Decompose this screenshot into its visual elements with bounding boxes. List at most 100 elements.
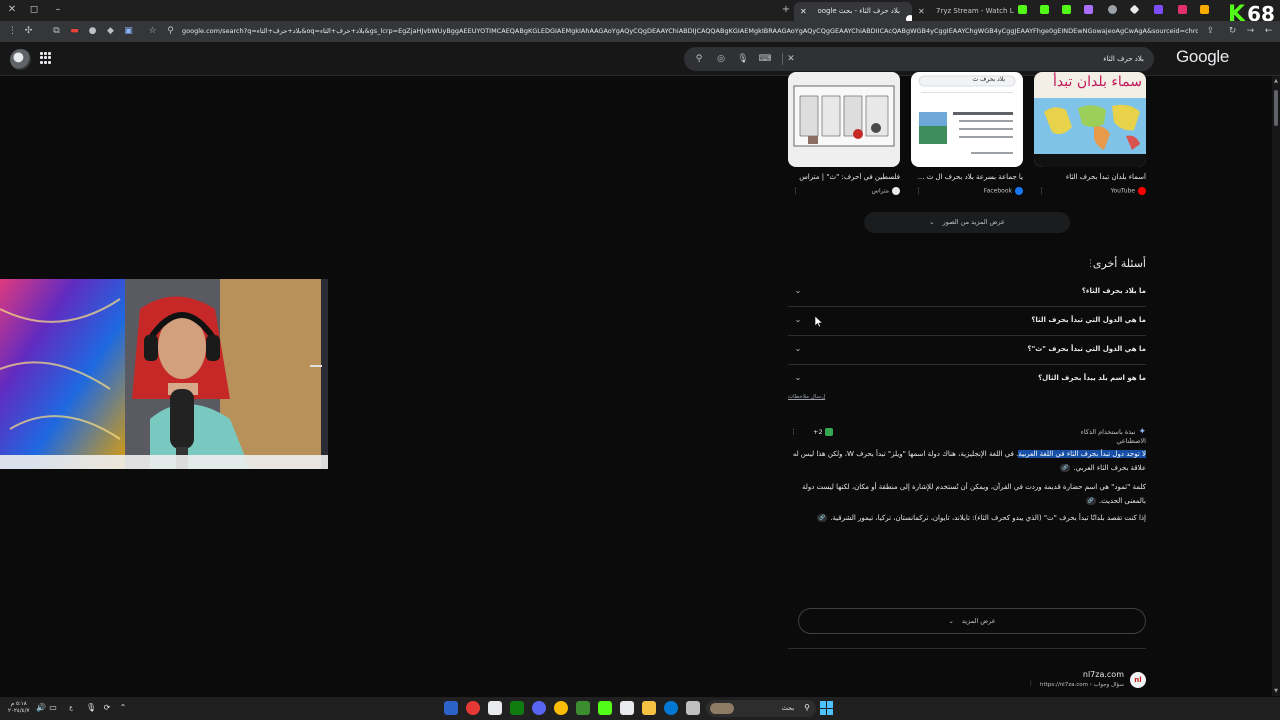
image-result[interactable]: بلاد بحرف ث يا جماعة بسرعة بلاد بحرف ال … — [911, 72, 1023, 197]
microphone-icon[interactable]: 🎙 — [86, 703, 96, 713]
site-name[interactable]: nl7za.com — [1083, 670, 1124, 679]
scrollbar-thumb[interactable] — [1274, 90, 1278, 126]
tab-kick-stream[interactable]: ✕ 7ryz Stream - Watch Live on Kick — [914, 2, 1014, 21]
obs-icon[interactable] — [466, 701, 480, 715]
search-result-source[interactable]: nl nl7za.com https://nl7za.com › سؤال وج… — [1020, 668, 1146, 694]
extension-icon[interactable]: ◆ — [104, 25, 117, 38]
extension-icon[interactable] — [1108, 5, 1117, 14]
image-title[interactable]: أسماء بلدان تبدأ بحرف الثاء — [1034, 173, 1146, 181]
question-text[interactable]: ما بلاد بحرف الثاء؟ — [1082, 287, 1146, 295]
reload-icon[interactable]: ↻ — [1226, 25, 1239, 38]
twitch-extension-icon[interactable] — [1084, 5, 1093, 14]
show-more-button[interactable]: عرض المزيد ⌄ — [798, 608, 1146, 634]
taskbar-app-icon[interactable] — [620, 701, 634, 715]
chevron-down-icon[interactable]: ⌄ — [792, 285, 804, 297]
kick-app-icon[interactable] — [598, 701, 612, 715]
taskbar-app-icon[interactable] — [488, 701, 502, 715]
site-info-icon[interactable]: ⚲ — [164, 25, 177, 38]
more-options-icon[interactable]: ⋮ — [915, 187, 922, 195]
minimize-icon[interactable]: ✕ — [6, 4, 18, 16]
question-row[interactable]: ما بلاد بحرف الثاء؟ ⌄ — [788, 278, 1146, 307]
taskbar-app-icon[interactable] — [444, 701, 458, 715]
image-thumbnail[interactable] — [788, 72, 900, 167]
image-title[interactable]: فلسطين في أحرف: "ث" | متراس — [788, 173, 900, 181]
restore-icon[interactable]: ◻ — [28, 4, 40, 16]
search-icon[interactable]: ⚲ — [692, 52, 706, 66]
kick-extension-icon[interactable] — [1040, 5, 1049, 14]
taskbar-search[interactable]: بحث ⚲ — [706, 700, 816, 717]
search-input[interactable]: بلاد حرف الثاء — [1103, 47, 1144, 71]
chevron-up-icon[interactable]: ⌃ — [118, 703, 128, 713]
question-text[interactable]: ما هي الدول التي تبدأ بحرف الثا؟ — [1031, 316, 1146, 324]
chrome-icon[interactable] — [554, 701, 568, 715]
scroll-up-icon[interactable]: ▲ — [1273, 78, 1279, 84]
extension-icon[interactable]: ▣ — [122, 25, 135, 38]
scroll-down-icon[interactable]: ▼ — [1273, 688, 1279, 694]
instagram-extension-icon[interactable] — [1178, 5, 1187, 14]
image-thumbnail[interactable]: سماء بلدان تبدأ — [1034, 72, 1146, 167]
lens-icon[interactable]: ◎ — [714, 52, 728, 66]
new-tab-button[interactable]: + — [780, 4, 792, 16]
tab-google-search[interactable]: ✕ بلاد حرف الثاء - بحث Google — [794, 2, 912, 21]
minimize-window-icon[interactable]: – — [52, 4, 64, 16]
discord-icon[interactable] — [532, 701, 546, 715]
search-box[interactable]: ⚲ ◎ 🎙 ⌨ ✕ بلاد حرف الثاء — [684, 47, 1154, 71]
file-explorer-icon[interactable] — [642, 701, 656, 715]
image-title[interactable]: يا جماعة بسرعة بلاد بحرف ال ث ... — [911, 173, 1023, 181]
google-logo[interactable]: Google — [1176, 47, 1229, 67]
puzzle-icon[interactable]: ✣ — [22, 25, 35, 38]
close-tab-icon[interactable]: ✕ — [800, 2, 807, 21]
address-bar[interactable]: google.com/search?q=بلاد+حرف+الثاء&oq=بل… — [182, 25, 1198, 38]
edge-icon[interactable] — [664, 701, 678, 715]
chevron-down-icon[interactable]: ⌄ — [792, 314, 804, 326]
question-row[interactable]: ما هي الدول التي تبدأ بحرف "ث"؟ ⌄ — [788, 336, 1146, 365]
chevron-down-icon[interactable]: ⌄ — [792, 372, 804, 384]
google-apps-icon[interactable] — [40, 52, 52, 64]
link-chip-icon[interactable]: 🔗 — [1085, 497, 1096, 505]
clear-search-icon[interactable]: ✕ — [784, 52, 798, 66]
microphone-icon[interactable]: 🎙 — [736, 52, 750, 66]
minecraft-icon[interactable] — [576, 701, 590, 715]
network-icon[interactable]: ▭ — [48, 703, 58, 713]
image-result[interactable]: سماء بلدان تبدأ أسماء بلدان تبدأ بحرف ال… — [1034, 72, 1146, 197]
account-avatar[interactable] — [10, 49, 31, 70]
question-row[interactable]: ما هو اسم بلد يبدأ بحرف الثال؟ ⌄ — [788, 365, 1146, 394]
more-options-icon[interactable]: ⋮ — [1086, 259, 1095, 269]
language-indicator[interactable]: ع — [66, 703, 76, 713]
back-icon[interactable]: ← — [1262, 25, 1275, 38]
extension-icon[interactable]: ▬ — [68, 25, 81, 38]
close-tab-icon[interactable]: ✕ — [918, 2, 925, 21]
question-row[interactable]: ما هي الدول التي تبدأ بحرف الثا؟ ⌄ — [788, 307, 1146, 336]
tray-app-icon[interactable]: ⟳ — [102, 703, 112, 713]
image-thumbnail[interactable]: بلاد بحرف ث — [911, 72, 1023, 167]
page-scrollbar[interactable]: ▲ ▼ — [1272, 76, 1280, 696]
kick-extension-icon[interactable] — [1018, 5, 1027, 14]
extension-icon[interactable] — [1154, 5, 1163, 14]
kick-extension-icon[interactable] — [1062, 5, 1071, 14]
extension-icon[interactable] — [1129, 4, 1140, 15]
start-button[interactable] — [820, 701, 834, 715]
taskbar-app-icon[interactable] — [686, 701, 700, 715]
extension-icon[interactable]: ⧉ — [50, 25, 63, 38]
xbox-icon[interactable] — [510, 701, 524, 715]
ai-sources-badge[interactable]: +2 — [813, 428, 833, 436]
link-chip-icon[interactable]: 🔗 — [1060, 464, 1071, 472]
share-icon[interactable]: ⇪ — [1204, 25, 1217, 38]
more-options-icon[interactable]: ⋮ — [1028, 680, 1034, 687]
more-options-icon[interactable]: ⋮ — [1038, 187, 1045, 195]
more-images-button[interactable]: عرض المزيد من الصور ⌄ — [864, 212, 1070, 233]
more-options-icon[interactable]: ⋮ — [790, 428, 797, 436]
question-text[interactable]: ما هو اسم بلد يبدأ بحرف الثال؟ — [1038, 374, 1146, 382]
clock[interactable]: ٥:١٨ م ٢٠٢٤/٤/٧ — [8, 701, 29, 715]
site-url[interactable]: https://nl7za.com › سؤال وجواب — [1040, 682, 1124, 688]
keyboard-icon[interactable]: ⌨ — [758, 52, 772, 66]
link-chip-icon[interactable]: 🔗 — [817, 514, 828, 522]
extension-icon[interactable]: ● — [86, 25, 99, 38]
image-result[interactable]: فلسطين في أحرف: "ث" | متراس متراس ⋮ — [788, 72, 900, 197]
more-menu-icon[interactable]: ⋮ — [6, 25, 19, 38]
more-options-icon[interactable]: ⋮ — [792, 187, 799, 195]
forward-icon[interactable]: → — [1244, 25, 1257, 38]
question-text[interactable]: ما هي الدول التي تبدأ بحرف "ث"؟ — [1028, 345, 1146, 353]
feedback-link[interactable]: إرسال ملاحظات — [788, 394, 825, 400]
chevron-down-icon[interactable]: ⌄ — [792, 343, 804, 355]
